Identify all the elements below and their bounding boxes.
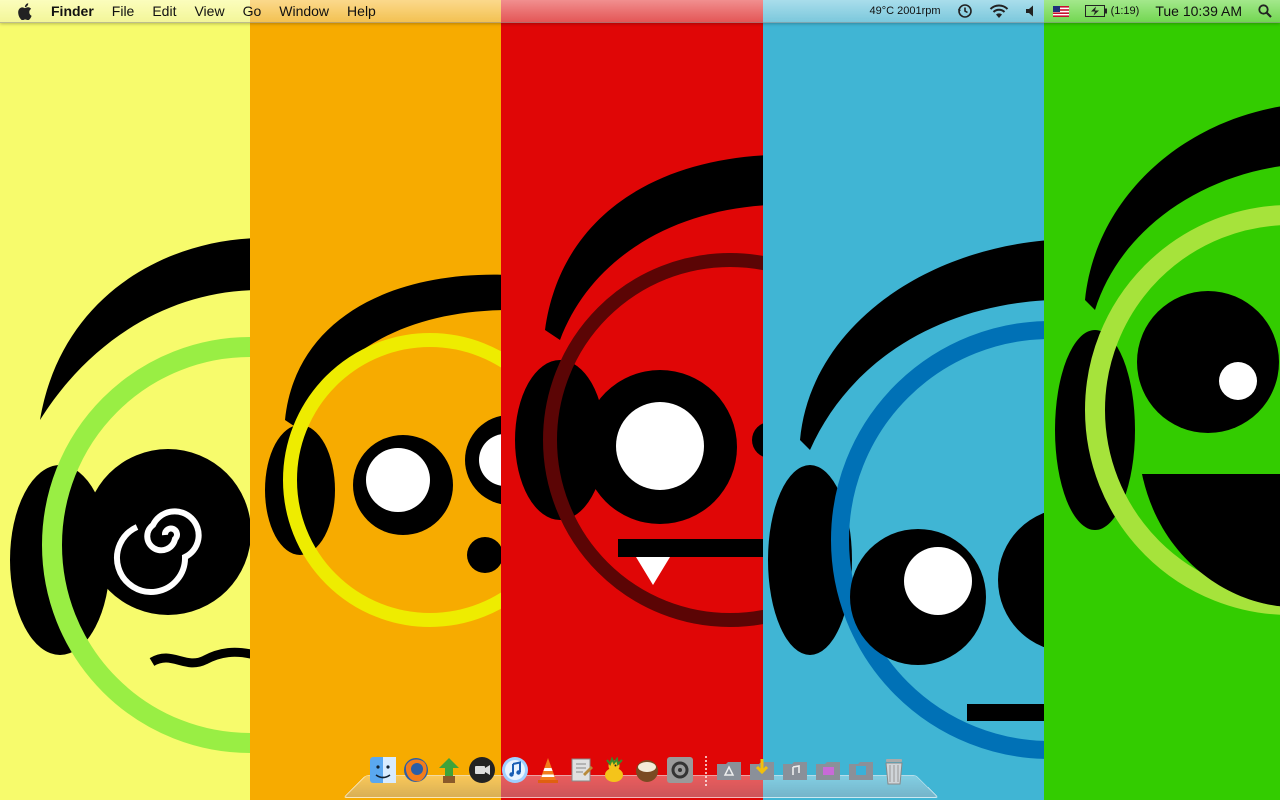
temperature-fan-status[interactable]: 49°C 2001rpm — [870, 0, 941, 22]
wifi-icon[interactable] — [989, 0, 1009, 22]
apple-menu-icon[interactable] — [0, 0, 42, 22]
app-menu-finder[interactable]: Finder — [42, 0, 103, 22]
menu-edit[interactable]: Edit — [143, 0, 185, 22]
dock-script-editor-icon[interactable] — [567, 756, 595, 786]
desktop-wallpaper — [0, 0, 1280, 800]
dock-adium-duck-icon[interactable] — [600, 756, 628, 786]
menu-go[interactable]: Go — [234, 0, 271, 22]
time-machine-icon[interactable] — [957, 0, 973, 22]
spotlight-search-icon[interactable] — [1258, 0, 1272, 22]
dock-documents-folder-icon[interactable] — [847, 756, 875, 786]
dock-music-folder-icon[interactable] — [781, 756, 809, 786]
dock-trash-icon[interactable] — [880, 756, 908, 786]
battery-time-remaining: (1:19) — [1111, 5, 1140, 17]
input-source-us-flag-icon[interactable] — [1053, 0, 1069, 22]
dock-gear-icon[interactable] — [666, 756, 694, 786]
menu-window[interactable]: Window — [270, 0, 338, 22]
dock-video-camera-icon[interactable] — [468, 756, 496, 786]
dock-pictures-folder-icon[interactable] — [814, 756, 842, 786]
dock-itunes-icon[interactable] — [501, 756, 529, 786]
menu-view[interactable]: View — [185, 0, 233, 22]
battery-status[interactable]: (1:19) — [1085, 0, 1140, 22]
dock-applications-folder-icon[interactable] — [715, 756, 743, 786]
dock-separator[interactable] — [705, 756, 707, 786]
dock — [355, 752, 925, 800]
menubar-clock[interactable]: Tue 10:39 AM — [1155, 0, 1242, 22]
dock-downloads-folder-icon[interactable] — [748, 756, 776, 786]
menu-help[interactable]: Help — [338, 0, 385, 22]
dock-finder-icon[interactable] — [369, 756, 397, 786]
wallpaper-panel-green — [1044, 0, 1280, 800]
dock-vlc-cone-icon[interactable] — [534, 756, 562, 786]
dock-firefox-icon[interactable] — [402, 756, 430, 786]
menu-file[interactable]: File — [103, 0, 144, 22]
volume-icon[interactable] — [1025, 0, 1037, 22]
menu-bar: Finder File Edit View Go Window Help 49°… — [0, 0, 1280, 23]
dock-transmission-icon[interactable] — [435, 756, 463, 786]
dock-coconut-icon[interactable] — [633, 756, 661, 786]
